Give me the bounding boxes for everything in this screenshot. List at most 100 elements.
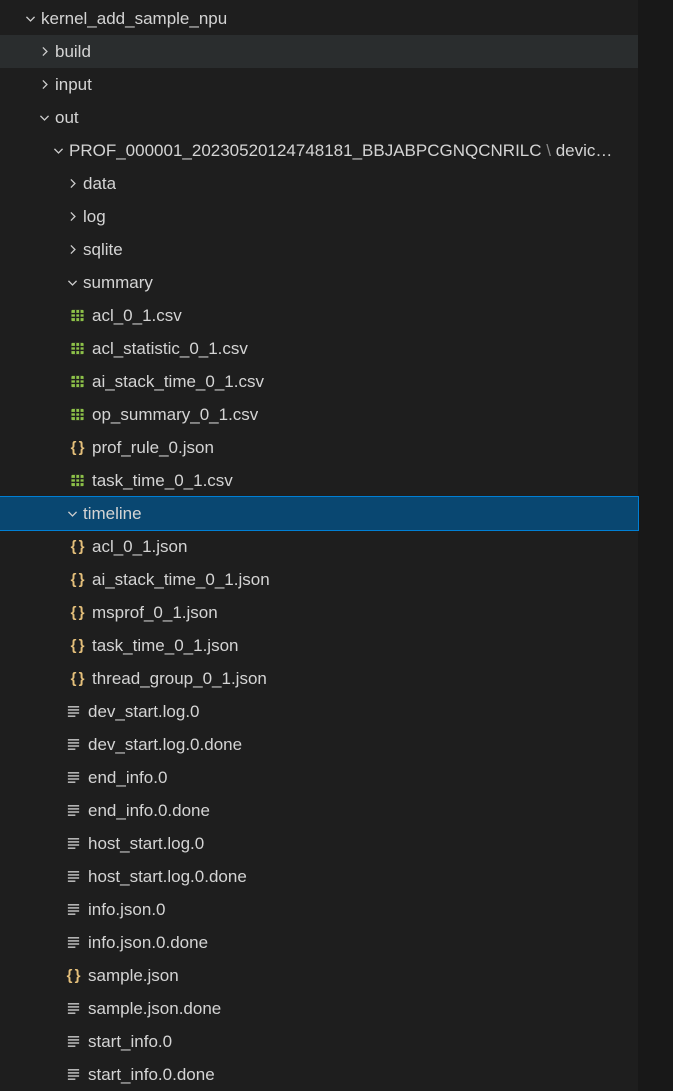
chevron-right-icon[interactable]: [64, 242, 80, 258]
tree-item-label: input: [55, 75, 92, 95]
chevron-right-icon[interactable]: [36, 77, 52, 93]
json-icon: { }: [68, 571, 86, 589]
tree-file[interactable]: { } thread_group_0_1.json: [0, 662, 638, 695]
json-icon: { }: [68, 439, 86, 457]
tree-item-label: host_start.log.0.done: [88, 867, 247, 887]
tree-item-label: end_info.0: [88, 768, 167, 788]
tree-folder[interactable]: out: [0, 101, 638, 134]
tree-item-label: sample.json: [88, 966, 179, 986]
tree-item-label: log: [83, 207, 106, 227]
tree-file[interactable]: { } prof_rule_0.json: [0, 431, 638, 464]
tree-item-label: info.json.0.done: [88, 933, 208, 953]
text-file-icon: [64, 703, 82, 721]
tree-item-label: task_time_0_1.csv: [92, 471, 233, 491]
tree-file[interactable]: dev_start.log.0.done: [0, 728, 638, 761]
tree-file[interactable]: { } sample.json: [0, 959, 638, 992]
tree-item-label: build: [55, 42, 91, 62]
tree-folder[interactable]: PROF_000001_20230520124748181_BBJABPCGNQ…: [0, 134, 638, 167]
chevron-right-icon[interactable]: [64, 209, 80, 225]
chevron-down-icon[interactable]: [22, 11, 38, 27]
chevron-right-icon[interactable]: [64, 176, 80, 192]
tree-file[interactable]: dev_start.log.0: [0, 695, 638, 728]
tree-item-label: summary: [83, 273, 153, 293]
tree-file[interactable]: host_start.log.0: [0, 827, 638, 860]
tree-item-label: task_time_0_1.json: [92, 636, 238, 656]
text-file-icon: [64, 1033, 82, 1051]
json-icon: { }: [68, 538, 86, 556]
tree-file[interactable]: info.json.0.done: [0, 926, 638, 959]
tree-item-label: host_start.log.0: [88, 834, 204, 854]
tree-item-label: ai_stack_time_0_1.csv: [92, 372, 264, 392]
tree-file[interactable]: { } acl_0_1.json: [0, 530, 638, 563]
spreadsheet-icon: [68, 307, 86, 325]
text-file-icon: [64, 736, 82, 754]
tree-file[interactable]: acl_statistic_0_1.csv: [0, 332, 638, 365]
tree-item-label: kernel_add_sample_npu: [41, 9, 227, 29]
json-icon: { }: [68, 604, 86, 622]
tree-item-label: sqlite: [83, 240, 123, 260]
tree-file[interactable]: end_info.0.done: [0, 794, 638, 827]
tree-item-label: start_info.0: [88, 1032, 172, 1052]
spreadsheet-icon: [68, 340, 86, 358]
tree-item-label: dev_start.log.0.done: [88, 735, 242, 755]
tree-file[interactable]: task_time_0_1.csv: [0, 464, 638, 497]
tree-item-label: acl_0_1.csv: [92, 306, 182, 326]
tree-folder[interactable]: input: [0, 68, 638, 101]
tree-folder[interactable]: kernel_add_sample_npu: [0, 2, 638, 35]
spreadsheet-icon: [68, 472, 86, 490]
json-icon: { }: [64, 967, 82, 985]
tree-item-label: info.json.0: [88, 900, 166, 920]
chevron-down-icon[interactable]: [36, 110, 52, 126]
chevron-down-icon[interactable]: [64, 506, 80, 522]
tree-item-label: start_info.0.done: [88, 1065, 215, 1085]
tree-file[interactable]: start_info.0: [0, 1025, 638, 1058]
tree-file[interactable]: { } ai_stack_time_0_1.json: [0, 563, 638, 596]
tree-file[interactable]: acl_0_1.csv: [0, 299, 638, 332]
file-explorer-tree: kernel_add_sample_npubuild input out PROF_0…: [0, 0, 638, 1091]
text-file-icon: [64, 769, 82, 787]
tree-folder[interactable]: build: [0, 35, 638, 68]
tree-item-label: prof_rule_0.json: [92, 438, 214, 458]
spreadsheet-icon: [68, 406, 86, 424]
tree-item-label: ai_stack_time_0_1.json: [92, 570, 270, 590]
text-file-icon: [64, 868, 82, 886]
tree-folder[interactable]: summary: [0, 266, 638, 299]
tree-item-label: timeline: [83, 504, 142, 524]
tree-file[interactable]: start_info.0.done: [0, 1058, 638, 1091]
tree-folder[interactable]: timeline: [0, 497, 638, 530]
tree-item-label: op_summary_0_1.csv: [92, 405, 258, 425]
text-file-icon: [64, 802, 82, 820]
tree-file[interactable]: end_info.0: [0, 761, 638, 794]
tree-file[interactable]: host_start.log.0.done: [0, 860, 638, 893]
json-icon: { }: [68, 670, 86, 688]
text-file-icon: [64, 934, 82, 952]
tree-folder[interactable]: sqlite: [0, 233, 638, 266]
tree-item-label: PROF_000001_20230520124748181_BBJABPCGNQ…: [69, 141, 612, 161]
tree-file[interactable]: sample.json.done: [0, 992, 638, 1025]
text-file-icon: [64, 835, 82, 853]
chevron-down-icon[interactable]: [50, 143, 66, 159]
tree-folder[interactable]: log: [0, 200, 638, 233]
text-file-icon: [64, 1000, 82, 1018]
tree-item-label: dev_start.log.0: [88, 702, 200, 722]
tree-item-label: thread_group_0_1.json: [92, 669, 267, 689]
tree-file[interactable]: { } task_time_0_1.json: [0, 629, 638, 662]
tree-file[interactable]: ai_stack_time_0_1.csv: [0, 365, 638, 398]
tree-file[interactable]: info.json.0: [0, 893, 638, 926]
tree-file[interactable]: { } msprof_0_1.json: [0, 596, 638, 629]
tree-item-label: out: [55, 108, 79, 128]
tree-item-label: acl_0_1.json: [92, 537, 187, 557]
tree-folder[interactable]: data: [0, 167, 638, 200]
tree-item-label: end_info.0.done: [88, 801, 210, 821]
json-icon: { }: [68, 637, 86, 655]
tree-item-label: sample.json.done: [88, 999, 221, 1019]
chevron-down-icon[interactable]: [64, 275, 80, 291]
tree-item-label: msprof_0_1.json: [92, 603, 218, 623]
tree-file[interactable]: op_summary_0_1.csv: [0, 398, 638, 431]
tree-item-label: data: [83, 174, 116, 194]
spreadsheet-icon: [68, 373, 86, 391]
text-file-icon: [64, 1066, 82, 1084]
chevron-right-icon[interactable]: [36, 44, 52, 60]
text-file-icon: [64, 901, 82, 919]
tree-item-label: acl_statistic_0_1.csv: [92, 339, 248, 359]
